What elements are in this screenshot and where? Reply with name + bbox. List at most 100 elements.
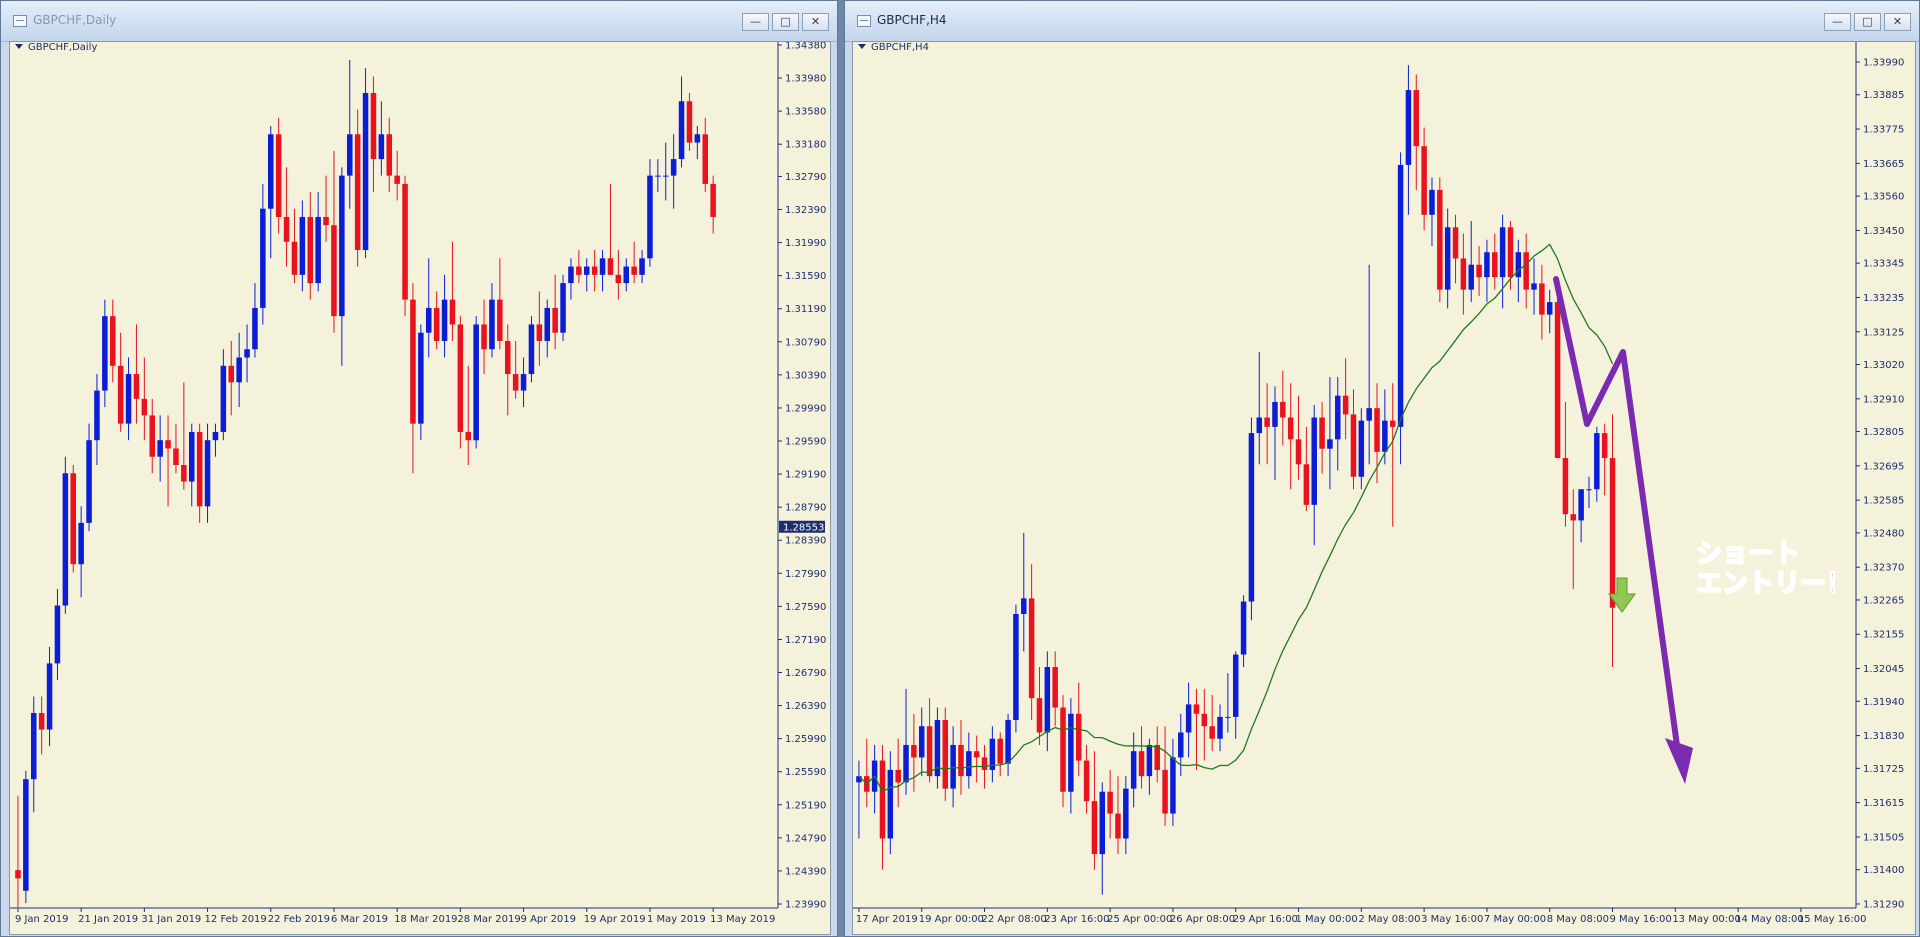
x-tick-label: 13 May 2019 — [710, 914, 775, 925]
bear-candle — [394, 175, 400, 184]
bear-candle — [1280, 401, 1286, 418]
bear-candle — [926, 726, 933, 777]
h4-candlestick-chart[interactable]: 1.33990 1.33885 1.33775 1.33665 1.33560 1.334… — [853, 42, 1915, 934]
bear-candle — [1562, 458, 1569, 515]
bear-candle — [1413, 90, 1420, 147]
bear-candle — [504, 340, 511, 375]
bear-candle — [1374, 408, 1380, 452]
bear-candle — [1107, 791, 1113, 814]
bear-candle — [1075, 713, 1082, 761]
bear-candle — [1350, 414, 1357, 477]
bull-candle — [1358, 420, 1365, 477]
bull-candle — [188, 431, 195, 482]
bear-candle — [1303, 464, 1310, 505]
bear-candle — [275, 134, 282, 217]
bull-candle — [1217, 716, 1223, 739]
bear-candle — [942, 720, 949, 789]
bull-candle — [378, 134, 385, 160]
bear-candle — [1091, 801, 1098, 855]
bull-candle — [1170, 757, 1176, 814]
y-tick-label: 1.33990 — [1863, 58, 1904, 69]
title-bar[interactable]: GBPCHF,H4 — □ ✕ — [845, 1, 1919, 42]
bear-candle — [307, 216, 314, 284]
bull-candle — [1013, 613, 1019, 721]
bull-candle — [212, 431, 219, 441]
bear-candle — [1036, 698, 1043, 733]
x-tick-label: 28 Mar 2019 — [457, 914, 520, 925]
bull-candle — [560, 283, 566, 333]
bull-candle — [583, 266, 590, 275]
bull-candle — [1185, 704, 1192, 733]
bear-candle — [1209, 726, 1215, 739]
bear-candle — [449, 299, 456, 325]
minimize-button[interactable]: — — [1824, 13, 1851, 31]
daily-candlestick-chart[interactable]: 1.34380 1.33980 1.33580 1.33180 1.32790 1.323… — [10, 42, 830, 934]
bear-candle — [981, 757, 988, 770]
bull-candle — [903, 744, 909, 783]
x-tick-label: 19 Apr 00:00 — [919, 914, 984, 925]
bull-candle — [1429, 189, 1435, 215]
bull-candle — [54, 605, 61, 664]
bear-candle — [1201, 713, 1208, 727]
close-button[interactable]: ✕ — [1884, 13, 1911, 31]
bear-candle — [1601, 433, 1608, 459]
y-tick-label: 1.33885 — [1863, 90, 1904, 101]
y-tick-label: 1.26790 — [785, 668, 826, 679]
y-tick-label: 1.31830 — [1863, 731, 1904, 742]
bear-candle — [997, 738, 1003, 764]
minimize-button[interactable]: — — [742, 13, 769, 31]
bull-candle — [1178, 732, 1184, 758]
bear-candle — [1554, 302, 1561, 459]
y-tick-label: 1.33775 — [1863, 125, 1904, 136]
bear-candle — [1609, 458, 1616, 608]
bull-candle — [236, 357, 242, 383]
bear-candle — [879, 760, 886, 839]
bull-candle — [157, 440, 163, 457]
bull-candle — [418, 332, 424, 424]
daily-chart-window[interactable]: GBPCHF,Daily — □ ✕ GBPCHF,Daily 1.34380 1… — [0, 0, 838, 937]
daily-chart-area[interactable]: GBPCHF,Daily 1.34380 1.33980 1.33580 1.3318… — [9, 41, 831, 935]
bear-candle — [70, 473, 77, 565]
bull-candle — [1382, 420, 1388, 452]
bull-candle — [568, 266, 574, 284]
bear-candle — [958, 744, 964, 777]
y-tick-label: 1.30790 — [785, 337, 826, 348]
y-tick-label: 1.25590 — [785, 767, 826, 778]
restore-button[interactable]: □ — [772, 13, 799, 31]
y-tick-label: 1.31615 — [1863, 798, 1904, 809]
x-tick-label: 12 Feb 2019 — [205, 914, 267, 925]
bear-candle — [1319, 417, 1325, 449]
bull-candle — [1594, 433, 1600, 490]
close-button[interactable]: ✕ — [802, 13, 829, 31]
forecast-arrow-head — [1665, 738, 1693, 784]
bear-candle — [173, 448, 179, 465]
h4-chart-window[interactable]: GBPCHF,H4 — □ ✕ GBPCHF,H4 1.33990 1.33885… — [844, 0, 1920, 937]
y-tick-label: 1.33580 — [785, 107, 826, 118]
bear-candle — [615, 274, 622, 284]
y-tick-label: 1.25190 — [785, 800, 826, 811]
x-tick-label: 18 Mar 2019 — [394, 914, 457, 925]
title-bar[interactable]: GBPCHF,Daily — □ ✕ — [1, 1, 837, 42]
bear-candle — [973, 751, 980, 758]
bull-candle — [1130, 751, 1137, 789]
bull-candle — [1327, 439, 1333, 449]
bull-candle — [966, 751, 972, 777]
y-tick-label: 1.32585 — [1863, 496, 1904, 507]
y-tick-label: 1.31940 — [1863, 697, 1904, 708]
bear-candle — [1476, 264, 1482, 278]
y-tick-label: 1.33560 — [1863, 192, 1904, 203]
x-tick-label: 15 May 16:00 — [1798, 914, 1867, 925]
h4-chart-area[interactable]: GBPCHF,H4 1.33990 1.33885 1.33775 1.33665 1.… — [852, 41, 1916, 935]
bear-candle — [710, 183, 716, 217]
bull-candle — [1499, 227, 1506, 278]
bear-candle — [370, 92, 377, 160]
restore-button[interactable]: □ — [1854, 13, 1881, 31]
y-tick-label: 1.32390 — [785, 205, 826, 216]
bull-candle — [220, 365, 227, 432]
bull-candle — [1366, 408, 1372, 421]
bear-candle — [1460, 258, 1467, 290]
y-tick-label: 1.27590 — [785, 602, 826, 613]
bear-candle — [607, 258, 614, 275]
bull-candle — [204, 440, 211, 507]
y-tick-label: 1.26390 — [785, 701, 826, 712]
